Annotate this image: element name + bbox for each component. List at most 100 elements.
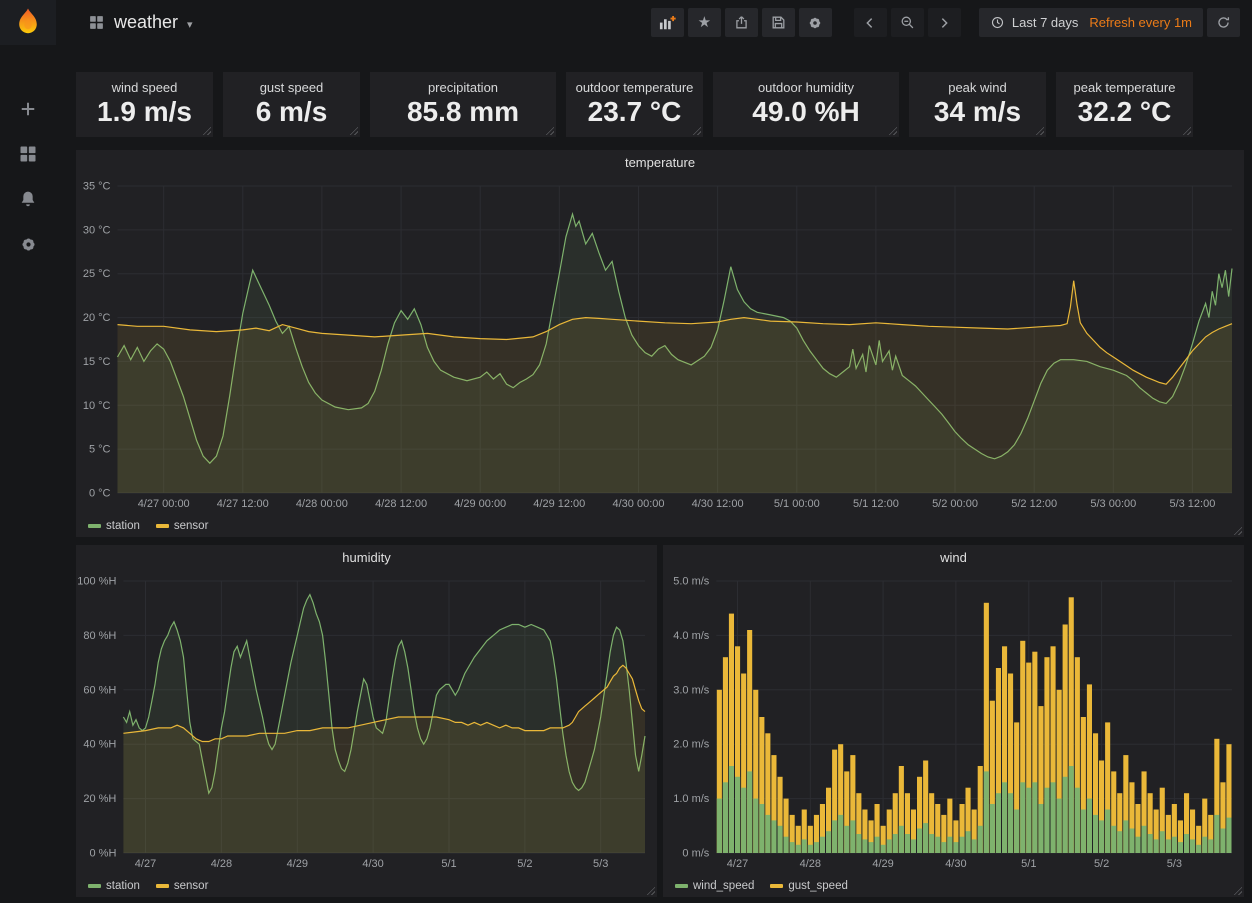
- svg-text:20 °C: 20 °C: [83, 312, 111, 324]
- bell-icon: [18, 189, 38, 209]
- svg-text:30 °C: 30 °C: [83, 224, 111, 236]
- stat-panel-row: wind speed 1.9 m/s gust speed 6 m/s prec…: [76, 72, 1244, 137]
- zoom-out-icon: [899, 14, 916, 31]
- sidebar-item-alerting[interactable]: [0, 185, 56, 213]
- time-forward-button[interactable]: [928, 8, 961, 37]
- sidebar-item-dashboards[interactable]: [0, 140, 56, 168]
- sidebar-nav: [0, 95, 56, 258]
- star-icon: ★: [698, 15, 711, 30]
- svg-text:25 °C: 25 °C: [83, 268, 111, 280]
- legend-item[interactable]: sensor: [156, 880, 209, 892]
- stat-value: 6 m/s: [223, 96, 360, 128]
- gear-icon: [18, 234, 39, 255]
- wind-chart[interactable]: 4/274/284/294/305/15/25/30 m/s1.0 m/s2.0…: [663, 571, 1244, 874]
- clock-icon: [990, 15, 1005, 30]
- time-nav-group: [850, 8, 961, 37]
- stat-value: 85.8 mm: [370, 96, 556, 128]
- panel-wind: wind 4/274/284/294/305/15/25/30 m/s1.0 m…: [663, 545, 1244, 897]
- svg-text:5/1: 5/1: [441, 858, 456, 870]
- svg-text:5/2: 5/2: [1094, 858, 1109, 870]
- panel-title[interactable]: wind: [663, 545, 1244, 571]
- temperature-chart[interactable]: 4/27 00:004/27 12:004/28 00:004/28 12:00…: [76, 176, 1244, 514]
- panel-title[interactable]: wind speed: [76, 80, 213, 95]
- grafana-logo[interactable]: [0, 0, 56, 45]
- stat-panel-peak-temperature: peak temperature 32.2 °C: [1056, 72, 1193, 137]
- legend-item[interactable]: station: [88, 520, 140, 532]
- add-panel-button[interactable]: [651, 8, 684, 37]
- svg-text:5/1 00:00: 5/1 00:00: [774, 498, 820, 510]
- timepicker-group: Last 7 days Refresh every 1m: [979, 8, 1240, 37]
- panel-title[interactable]: temperature: [76, 150, 1244, 176]
- svg-text:5/3: 5/3: [593, 858, 608, 870]
- legend-item[interactable]: wind_speed: [675, 880, 754, 892]
- chart-area: 4/27 00:004/27 12:004/28 00:004/28 12:00…: [76, 176, 1244, 514]
- gear-icon: [806, 14, 824, 32]
- panel-title[interactable]: precipitation: [370, 80, 556, 95]
- stat-value: 1.9 m/s: [76, 96, 213, 128]
- svg-text:4/28: 4/28: [800, 858, 821, 870]
- refresh-button[interactable]: [1207, 8, 1240, 37]
- svg-text:4/29 12:00: 4/29 12:00: [533, 498, 585, 510]
- legend-color-swatch: [675, 884, 688, 888]
- stat-panel-wind-speed: wind speed 1.9 m/s: [76, 72, 213, 137]
- share-dashboard-button[interactable]: [725, 8, 758, 37]
- legend-series-label: sensor: [174, 880, 209, 892]
- save-dashboard-button[interactable]: [762, 8, 795, 37]
- svg-text:40 %H: 40 %H: [83, 739, 116, 751]
- svg-text:4/29 00:00: 4/29 00:00: [454, 498, 506, 510]
- sidebar-item-configuration[interactable]: [0, 230, 56, 258]
- legend-item[interactable]: gust_speed: [770, 880, 847, 892]
- legend-series-label: wind_speed: [693, 880, 754, 892]
- stat-value: 32.2 °C: [1056, 96, 1193, 128]
- svg-text:5/3: 5/3: [1167, 858, 1182, 870]
- svg-text:4.0 m/s: 4.0 m/s: [673, 630, 710, 642]
- svg-text:4/29: 4/29: [872, 858, 893, 870]
- svg-text:5/2: 5/2: [517, 858, 532, 870]
- time-range-picker[interactable]: Last 7 days Refresh every 1m: [979, 8, 1203, 37]
- panel-title[interactable]: outdoor temperature: [566, 80, 703, 95]
- stat-panel-gust-speed: gust speed 6 m/s: [223, 72, 360, 137]
- zoom-out-button[interactable]: [891, 8, 924, 37]
- svg-text:0 °C: 0 °C: [89, 488, 111, 500]
- add-panel-icon: [657, 13, 677, 33]
- svg-text:5 °C: 5 °C: [89, 444, 111, 456]
- panel-title[interactable]: outdoor humidity: [713, 80, 899, 95]
- panel-title[interactable]: peak wind: [909, 80, 1046, 95]
- svg-text:0 %H: 0 %H: [89, 848, 116, 860]
- panel-humidity: humidity 4/274/284/294/305/15/25/30 %H20…: [76, 545, 657, 897]
- grafana-flame-icon: [11, 6, 45, 40]
- legend-series-label: station: [106, 520, 140, 532]
- panel-title[interactable]: humidity: [76, 545, 657, 571]
- stat-value: 49.0 %H: [713, 96, 899, 128]
- time-range-label: Last 7 days: [1012, 15, 1079, 30]
- dashboards-grid-icon: [18, 144, 38, 164]
- humidity-chart[interactable]: 4/274/284/294/305/15/25/30 %H20 %H40 %H6…: [76, 571, 657, 874]
- svg-text:4/28 12:00: 4/28 12:00: [375, 498, 427, 510]
- svg-text:5/3 00:00: 5/3 00:00: [1090, 498, 1136, 510]
- panel-actions-group: ★: [647, 8, 832, 37]
- panel-title[interactable]: gust speed: [223, 80, 360, 95]
- legend-series-label: sensor: [174, 520, 209, 532]
- svg-text:5/3 12:00: 5/3 12:00: [1169, 498, 1215, 510]
- legend: wind_speed gust_speed: [663, 874, 1244, 897]
- star-dashboard-button[interactable]: ★: [688, 8, 721, 37]
- sidebar-item-create[interactable]: [0, 95, 56, 123]
- time-back-button[interactable]: [854, 8, 887, 37]
- legend-item[interactable]: sensor: [156, 520, 209, 532]
- legend-color-swatch: [88, 884, 101, 888]
- svg-text:4/30: 4/30: [362, 858, 383, 870]
- chevron-left-icon: [862, 15, 878, 31]
- dashboard-title-button[interactable]: weather ▾: [88, 12, 193, 33]
- panel-title[interactable]: peak temperature: [1056, 80, 1193, 95]
- svg-text:3.0 m/s: 3.0 m/s: [673, 684, 710, 696]
- legend-series-label: station: [106, 880, 140, 892]
- refresh-interval-label: Refresh every 1m: [1089, 15, 1192, 30]
- refresh-icon: [1215, 14, 1232, 31]
- svg-text:4/27: 4/27: [135, 858, 156, 870]
- dashboard-settings-button[interactable]: [799, 8, 832, 37]
- legend-color-swatch: [88, 524, 101, 528]
- chart-area: 4/274/284/294/305/15/25/30 %H20 %H40 %H6…: [76, 571, 657, 874]
- caret-down-icon: ▾: [187, 14, 193, 31]
- legend-item[interactable]: station: [88, 880, 140, 892]
- legend: station sensor: [76, 514, 1244, 537]
